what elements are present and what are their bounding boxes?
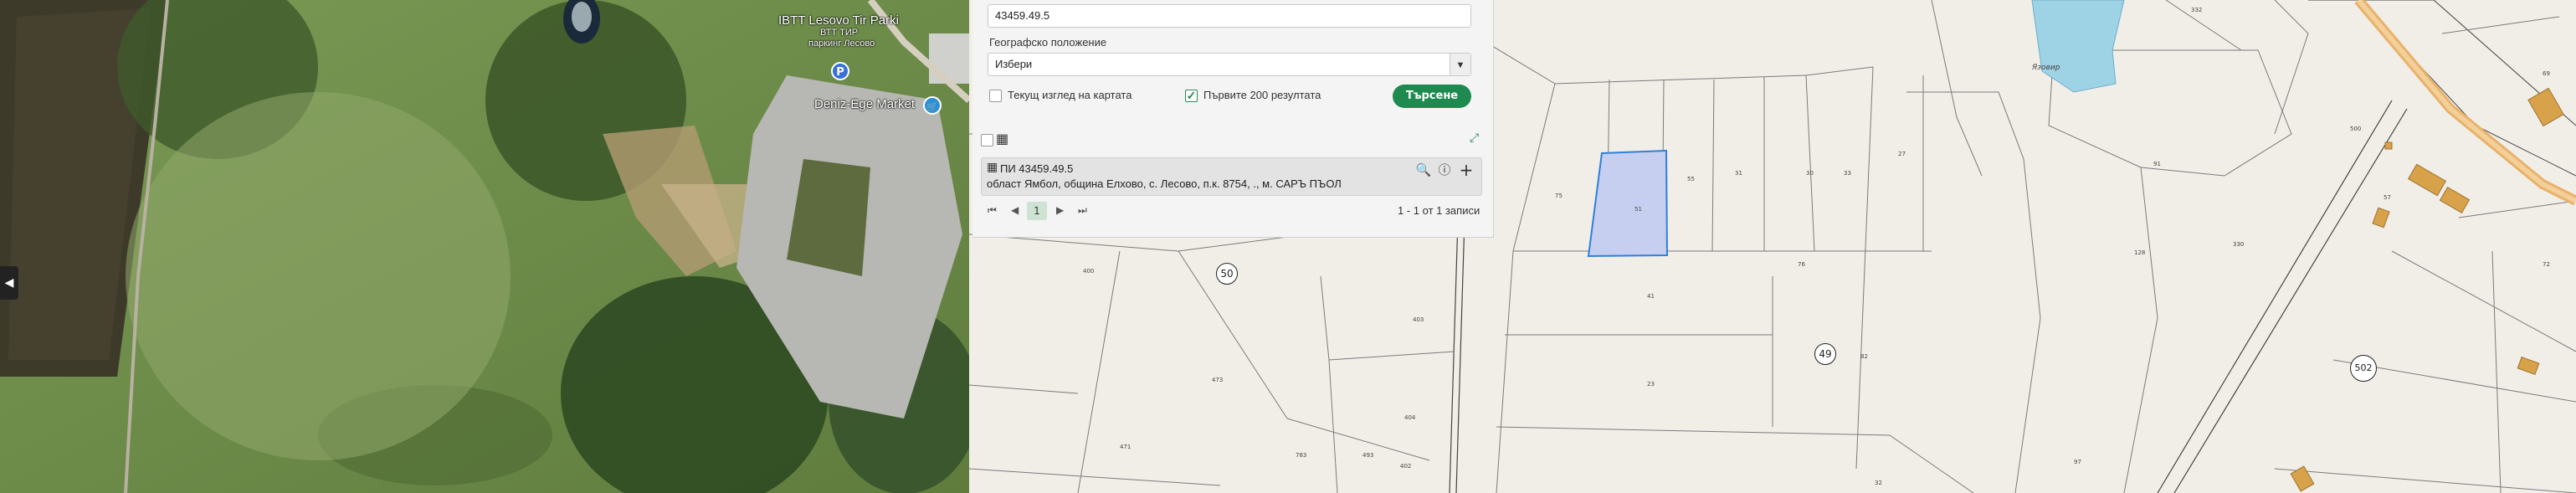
- info-icon[interactable]: ⓘ: [1436, 162, 1453, 178]
- parcel-number: 97: [2074, 459, 2081, 465]
- parking-poi-icon[interactable]: P: [831, 62, 849, 80]
- current-view-checkbox[interactable]: [989, 90, 1002, 102]
- pager-first-button[interactable]: ⏮: [988, 204, 997, 217]
- search-panel: 43459.49.5 Географско положение Избери ▼…: [972, 0, 1494, 238]
- collapse-panel-button[interactable]: ◀: [0, 266, 18, 300]
- first-200-checkbox[interactable]: ✓: [1185, 90, 1198, 102]
- poi-ibtt-label[interactable]: IBTT Lesovo Tir Parki: [778, 13, 899, 28]
- parcel-number: 30: [1806, 170, 1814, 177]
- geo-position-selected: Избери: [995, 58, 1033, 70]
- satellite-imagery: [0, 0, 969, 493]
- parcel-number: 72: [2543, 261, 2550, 268]
- parcel-number: 23: [1647, 381, 1655, 388]
- geo-position-select[interactable]: Избери ▼: [988, 53, 1471, 76]
- pager-next-button[interactable]: ▶: [1056, 204, 1064, 216]
- parcel-number: 41: [1647, 293, 1655, 300]
- parcel-number: 33: [1844, 170, 1851, 177]
- parcel-number: 402: [1400, 463, 1412, 470]
- parcel-number: 76: [1798, 261, 1805, 268]
- parcel-number: 332: [2191, 7, 2203, 13]
- map-circle-label-50: 50: [1216, 263, 1238, 285]
- search-icon[interactable]: 🔍: [1415, 162, 1432, 178]
- result-address: област Ямбол, община Елхово, с. Лесово, …: [987, 177, 1342, 190]
- chevron-down-icon[interactable]: ▼: [1450, 54, 1470, 75]
- current-view-label: Текущ изглед на картата: [1008, 89, 1132, 101]
- pager-summary: 1 - 1 от 1 записи: [1398, 204, 1480, 217]
- expand-icon[interactable]: ⤢: [1470, 131, 1479, 145]
- search-input[interactable]: 43459.49.5: [988, 4, 1471, 28]
- result-title: ПИ 43459.49.5: [1000, 162, 1074, 175]
- parcel-number: 55: [1687, 176, 1695, 182]
- parcel-number: 27: [1898, 151, 1906, 157]
- search-button[interactable]: Търсене: [1393, 85, 1471, 108]
- parcel-number: 91: [2153, 161, 2161, 167]
- parcel-number: 471: [1120, 444, 1131, 450]
- parcel-number: 783: [1296, 452, 1307, 459]
- parcel-number: 330: [2233, 241, 2245, 248]
- parcel-number: 403: [1413, 316, 1424, 323]
- map-circle-label-49: 49: [1814, 343, 1836, 365]
- parcel-number: 32: [1875, 480, 1882, 486]
- parcel-number: 128: [2134, 249, 2146, 256]
- poi-ibtt-sublabel: ВТТ ТИР: [820, 28, 859, 38]
- parcel-number: 473: [1212, 377, 1224, 383]
- parcel-number: 75: [1555, 193, 1563, 199]
- geo-position-label: Географско положение: [989, 36, 1107, 49]
- parcel-number: 82: [1860, 353, 1868, 360]
- satellite-map[interactable]: IBTT Lesovo Tir Parki ВТТ ТИР паркинг Ле…: [0, 0, 969, 493]
- parcel-number: 493: [1362, 452, 1374, 459]
- grid-icon: ▦: [987, 161, 998, 174]
- parcel-number: 69: [2543, 70, 2550, 77]
- select-all-checkbox[interactable]: [981, 134, 993, 146]
- chevron-left-icon: ◀: [4, 276, 14, 290]
- first-200-label: Първите 200 резултата: [1203, 89, 1321, 101]
- poi-market-label[interactable]: Deniz-Ege Market: [814, 97, 915, 111]
- parcel-number: 51: [1634, 206, 1642, 213]
- shopping-cart-poi-icon[interactable]: 🛒: [923, 96, 942, 115]
- pager-prev-button[interactable]: ◀: [1011, 204, 1019, 216]
- pager-current-page[interactable]: 1: [1027, 202, 1047, 220]
- parcel-number: 57: [2384, 194, 2391, 201]
- map-circle-label-502: 502: [2350, 355, 2377, 382]
- pager-last-button[interactable]: ⏭: [1078, 204, 1087, 217]
- parcel-number: 31: [1735, 170, 1742, 177]
- grid-icon[interactable]: ▦: [996, 131, 1008, 147]
- parcel-number: 400: [1083, 268, 1095, 275]
- parcel-number: 404: [1404, 414, 1416, 421]
- result-item[interactable]: ▦ ПИ 43459.49.5 област Ямбол, община Елх…: [981, 157, 1482, 196]
- poi-ibtt-sublabel-2: паркинг Лесово: [808, 39, 875, 49]
- parcel-number: 500: [2350, 126, 2362, 132]
- add-icon[interactable]: +: [1458, 162, 1475, 178]
- water-label: Язовир: [2032, 64, 2060, 72]
